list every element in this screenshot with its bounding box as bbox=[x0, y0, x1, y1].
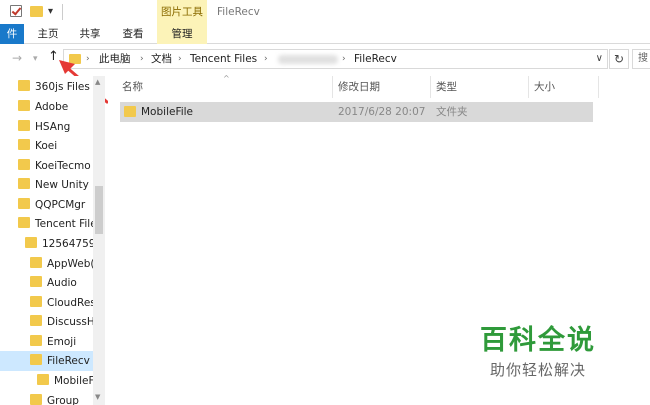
folder-icon bbox=[18, 100, 30, 111]
refresh-button[interactable]: ↻ bbox=[609, 49, 629, 69]
breadcrumb-documents[interactable]: 文档 bbox=[151, 50, 172, 68]
address-bar[interactable]: › 此电脑 › 文档 › Tencent Files › › FileRecv … bbox=[63, 49, 608, 69]
tab-share[interactable]: 共享 bbox=[75, 24, 105, 44]
folder-icon bbox=[18, 120, 30, 131]
address-dropdown-icon[interactable]: ∨ bbox=[596, 50, 603, 68]
file-type: 文件夹 bbox=[436, 106, 468, 118]
folder-icon bbox=[18, 178, 30, 189]
tab-file[interactable]: 件 bbox=[0, 24, 24, 44]
watermark-logo: 百科全说 助你轻松解决 bbox=[480, 318, 610, 380]
folder-icon bbox=[30, 315, 42, 326]
folder-icon bbox=[30, 335, 42, 346]
table-row[interactable]: MobileFile 2017/6/28 20:07 文件夹 bbox=[120, 102, 593, 122]
tab-home[interactable]: 主页 bbox=[33, 24, 63, 44]
sidebar-item[interactable]: Emoji bbox=[30, 332, 93, 352]
sidebar-item[interactable]: KoeiTecmo bbox=[18, 156, 96, 176]
column-header-modified[interactable]: 修改日期 bbox=[332, 76, 430, 98]
folder-icon bbox=[18, 80, 30, 91]
tab-view[interactable]: 查看 bbox=[118, 24, 148, 44]
sidebar-item[interactable]: CloudRes bbox=[30, 293, 93, 313]
watermark-subtitle: 助你轻松解决 bbox=[490, 361, 587, 379]
column-divider[interactable] bbox=[598, 76, 599, 98]
navigation-pane: 360js Files Adobe HSAng Koei KoeiTecmo N… bbox=[0, 76, 105, 405]
file-modified: 2017/6/28 20:07 bbox=[338, 106, 426, 118]
sidebar-item[interactable]: MobileF bbox=[37, 371, 93, 391]
window-title: FileRecv bbox=[217, 6, 260, 18]
customize-toolbar-icon[interactable]: ▾ bbox=[48, 6, 60, 18]
chevron-right-icon[interactable]: › bbox=[140, 50, 144, 68]
sidebar-item[interactable]: New Unity P bbox=[18, 175, 96, 195]
folder-icon bbox=[30, 296, 42, 307]
folder-icon bbox=[30, 257, 42, 268]
toolbar-divider bbox=[62, 4, 63, 20]
watermark-title: 百科全说 bbox=[480, 325, 596, 356]
folder-icon bbox=[18, 198, 30, 209]
recent-locations-icon[interactable]: ▾ bbox=[33, 54, 38, 64]
sidebar-item[interactable]: DiscussH bbox=[30, 312, 93, 332]
picture-tools-label: 图片工具 bbox=[157, 0, 207, 24]
folder-icon bbox=[30, 276, 42, 287]
folder-icon bbox=[124, 106, 136, 117]
sidebar-scroll-thumb[interactable] bbox=[95, 186, 103, 234]
sidebar-item-selected[interactable]: FileRecv bbox=[0, 351, 93, 371]
sidebar-item[interactable]: 360js Files bbox=[18, 77, 96, 97]
sidebar-item[interactable]: Tencent Files bbox=[18, 214, 96, 234]
sidebar-item[interactable]: AppWeb( bbox=[30, 254, 93, 274]
scroll-up-icon[interactable]: ▲ bbox=[95, 78, 100, 86]
folder-icon bbox=[30, 394, 42, 405]
sidebar-item[interactable]: Adobe bbox=[18, 97, 96, 117]
chevron-right-icon[interactable]: › bbox=[264, 50, 268, 68]
sidebar-item[interactable]: Koei bbox=[18, 136, 96, 156]
sidebar-item[interactable]: HSAng bbox=[18, 117, 96, 137]
folder-icon bbox=[37, 374, 49, 385]
column-header-name[interactable]: 名称 bbox=[116, 76, 330, 98]
folder-icon bbox=[30, 354, 42, 365]
redacted-segment bbox=[278, 55, 338, 64]
sidebar-item[interactable]: 125647590 bbox=[25, 234, 93, 254]
folder-icon bbox=[18, 159, 30, 170]
folder-icon bbox=[18, 217, 30, 228]
properties-icon[interactable] bbox=[10, 5, 22, 17]
sidebar-item[interactable]: QQPCMgr bbox=[18, 195, 96, 215]
sidebar-item[interactable]: Group bbox=[30, 391, 93, 405]
ribbon-tabs: 件 主页 共享 查看 管理 bbox=[0, 24, 650, 44]
new-folder-icon[interactable] bbox=[30, 6, 43, 17]
breadcrumb-filerecv[interactable]: FileRecv bbox=[354, 50, 397, 68]
sidebar-item[interactable]: Audio bbox=[30, 273, 93, 293]
column-header-size[interactable]: 大小 bbox=[528, 76, 598, 98]
sidebar-scrollbar[interactable] bbox=[93, 76, 105, 405]
breadcrumb-tencent-files[interactable]: Tencent Files bbox=[190, 50, 257, 68]
back-arrow-icon[interactable]: → bbox=[12, 51, 22, 65]
column-header-type[interactable]: 类型 bbox=[430, 76, 528, 98]
chevron-right-icon[interactable]: › bbox=[342, 50, 346, 68]
file-name: MobileFile bbox=[141, 106, 194, 118]
search-input[interactable]: 搜 bbox=[632, 49, 650, 69]
folder-icon bbox=[18, 139, 30, 150]
folder-icon bbox=[25, 237, 37, 248]
scroll-down-icon[interactable]: ▼ bbox=[95, 393, 100, 401]
title-bar: ▾ 图片工具 FileRecv bbox=[0, 0, 650, 24]
tab-manage[interactable]: 管理 bbox=[157, 24, 207, 44]
chevron-right-icon[interactable]: › bbox=[178, 50, 182, 68]
